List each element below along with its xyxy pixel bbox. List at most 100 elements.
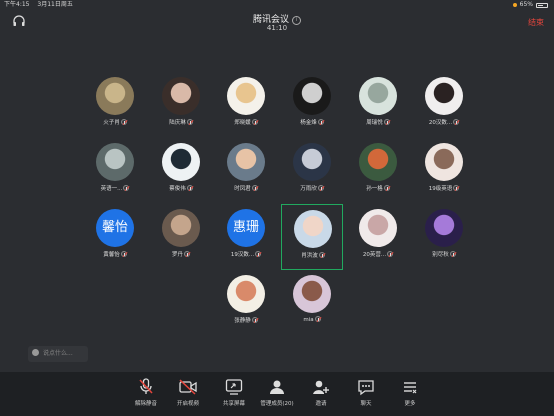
mic-muted-icon <box>186 185 193 191</box>
participant-name-text: mia <box>303 317 314 323</box>
participant-name-text: 时凤君 <box>234 186 251 192</box>
chat-input[interactable]: 说点什么... <box>28 346 88 362</box>
avatar <box>162 77 200 115</box>
invite-button[interactable]: 邀请 <box>296 378 346 407</box>
participant-tile[interactable]: 20英营... <box>347 204 409 270</box>
mic-muted-icon <box>123 185 130 191</box>
participant-tile[interactable]: 蔡俊伟 <box>150 138 212 204</box>
participant-name-text: 火子肖 <box>103 120 120 126</box>
mic-muted-icon <box>449 251 456 257</box>
mic-muted-icon <box>317 185 324 191</box>
participant-tile[interactable]: 张静静 <box>215 270 277 336</box>
participant-tile[interactable]: 19级英语 <box>413 138 475 204</box>
more-label: 更多 <box>404 401 416 407</box>
mic-muted-icon <box>383 185 390 191</box>
chat-button[interactable]: 聊天 <box>341 378 391 407</box>
avatar <box>359 143 397 181</box>
participant-tile[interactable]: 别尽秋 <box>413 204 475 270</box>
participant-name: 火子肖 <box>84 118 146 126</box>
mic-muted-icon <box>453 119 460 125</box>
participant-name-text: 张静静 <box>234 318 251 324</box>
mic-muted-icon <box>387 251 394 257</box>
participant-name: 黄馨怡 <box>84 250 146 258</box>
participant-name-text: 万雨欣 <box>300 186 317 192</box>
participant-name-text: 别尽秋 <box>432 252 449 258</box>
members-icon <box>270 380 284 394</box>
avatar <box>96 77 134 115</box>
avatar <box>294 210 332 248</box>
more-button[interactable]: 更多 <box>385 378 435 407</box>
mic-muted-icon <box>251 119 258 125</box>
avatar <box>227 77 265 115</box>
participant-tile[interactable]: 孙一格 <box>347 138 409 204</box>
mic-muted-icon <box>120 119 127 125</box>
participant-name: 19级英语 <box>413 184 475 192</box>
participant-tile[interactable]: 郑晓媛 <box>215 72 277 138</box>
participant-name-text: 蔡俊伟 <box>169 186 186 192</box>
participant-grid: 火子肖 陆庆琳 郑晓媛 杨金烽 周瑞悦 20汉数... 英语一... 蔡俊伟 时凤君 万雨欣 孙一格… <box>0 0 554 370</box>
participant-tile[interactable]: 肖洪波 <box>281 204 343 270</box>
avatar <box>227 275 265 313</box>
avatar <box>359 209 397 247</box>
participant-tile[interactable]: 惠珊 19汉数... <box>215 204 277 270</box>
participant-tile[interactable]: 万雨欣 <box>281 138 343 204</box>
participant-name-text: 20英营... <box>362 252 387 258</box>
mic-muted-icon <box>255 251 262 257</box>
participant-tile[interactable]: 馨怡黄馨怡 <box>84 204 146 270</box>
participant-name: 罗丹 <box>150 250 212 258</box>
participant-name: 英语一... <box>84 184 146 192</box>
participant-name-text: 罗丹 <box>171 252 183 258</box>
participant-name: 别尽秋 <box>413 250 475 258</box>
participant-tile[interactable]: 杨金烽 <box>281 72 343 138</box>
avatar <box>293 275 331 313</box>
mic-muted-icon <box>383 119 390 125</box>
mic-muted-icon <box>251 317 258 323</box>
participant-name-text: 杨金烽 <box>300 120 317 126</box>
avatar <box>293 77 331 115</box>
avatar <box>425 77 463 115</box>
participant-tile[interactable]: 周瑞悦 <box>347 72 409 138</box>
participant-name-text: 陆庆琳 <box>169 120 186 126</box>
participant-name: 陆庆琳 <box>150 118 212 126</box>
mic-muted-icon <box>314 316 321 322</box>
start-video-button[interactable]: 开启视频 <box>163 378 213 407</box>
avatar-initials: 馨怡 <box>96 209 134 247</box>
participant-name: 郑晓媛 <box>215 118 277 126</box>
mic-muted-icon <box>318 252 325 258</box>
participant-tile[interactable]: 时凤君 <box>215 138 277 204</box>
manage-members-label: 管理成员(20) <box>260 401 294 407</box>
participant-name: 万雨欣 <box>281 184 343 192</box>
participant-tile[interactable]: mia <box>281 270 343 336</box>
participant-tile[interactable]: 20汉数... <box>413 72 475 138</box>
participant-tile[interactable]: 罗丹 <box>150 204 212 270</box>
participant-tile[interactable]: 陆庆琳 <box>150 72 212 138</box>
mic-muted-icon <box>317 119 324 125</box>
mic-muted-icon <box>251 185 258 191</box>
bottom-toolbar: 解除静音 开启视频 共享屏幕 管理成员(20) 邀请 聊天 更多 <box>0 372 554 416</box>
manage-members-button[interactable]: 管理成员(20) <box>252 378 302 407</box>
start-video-label: 开启视频 <box>176 401 199 407</box>
participant-name-text: 19汉数... <box>230 252 255 258</box>
mic-muted-icon <box>186 119 193 125</box>
participant-name: 20英营... <box>347 250 409 258</box>
participant-name: 周瑞悦 <box>347 118 409 126</box>
participant-name: 孙一格 <box>347 184 409 192</box>
participant-name: 时凤君 <box>215 184 277 192</box>
participant-name-text: 肖洪波 <box>301 253 318 259</box>
chat-placeholder: 说点什么... <box>43 350 73 357</box>
participant-name-text: 黄馨怡 <box>103 252 120 258</box>
participant-name-text: 周瑞悦 <box>366 120 383 126</box>
participant-name: 19汉数... <box>215 250 277 258</box>
avatar <box>425 209 463 247</box>
participant-tile[interactable]: 火子肖 <box>84 72 146 138</box>
more-icon <box>404 382 417 394</box>
invite-icon <box>313 380 329 394</box>
participant-tile[interactable]: 英语一... <box>84 138 146 204</box>
participant-name-text: 郑晓媛 <box>234 120 251 126</box>
mic-muted-icon <box>139 378 153 394</box>
participant-name: 肖洪波 <box>282 251 344 259</box>
emoji-icon[interactable] <box>32 349 39 356</box>
video-off-icon <box>179 379 197 395</box>
participant-name: 蔡俊伟 <box>150 184 212 192</box>
chat-icon <box>358 380 374 396</box>
